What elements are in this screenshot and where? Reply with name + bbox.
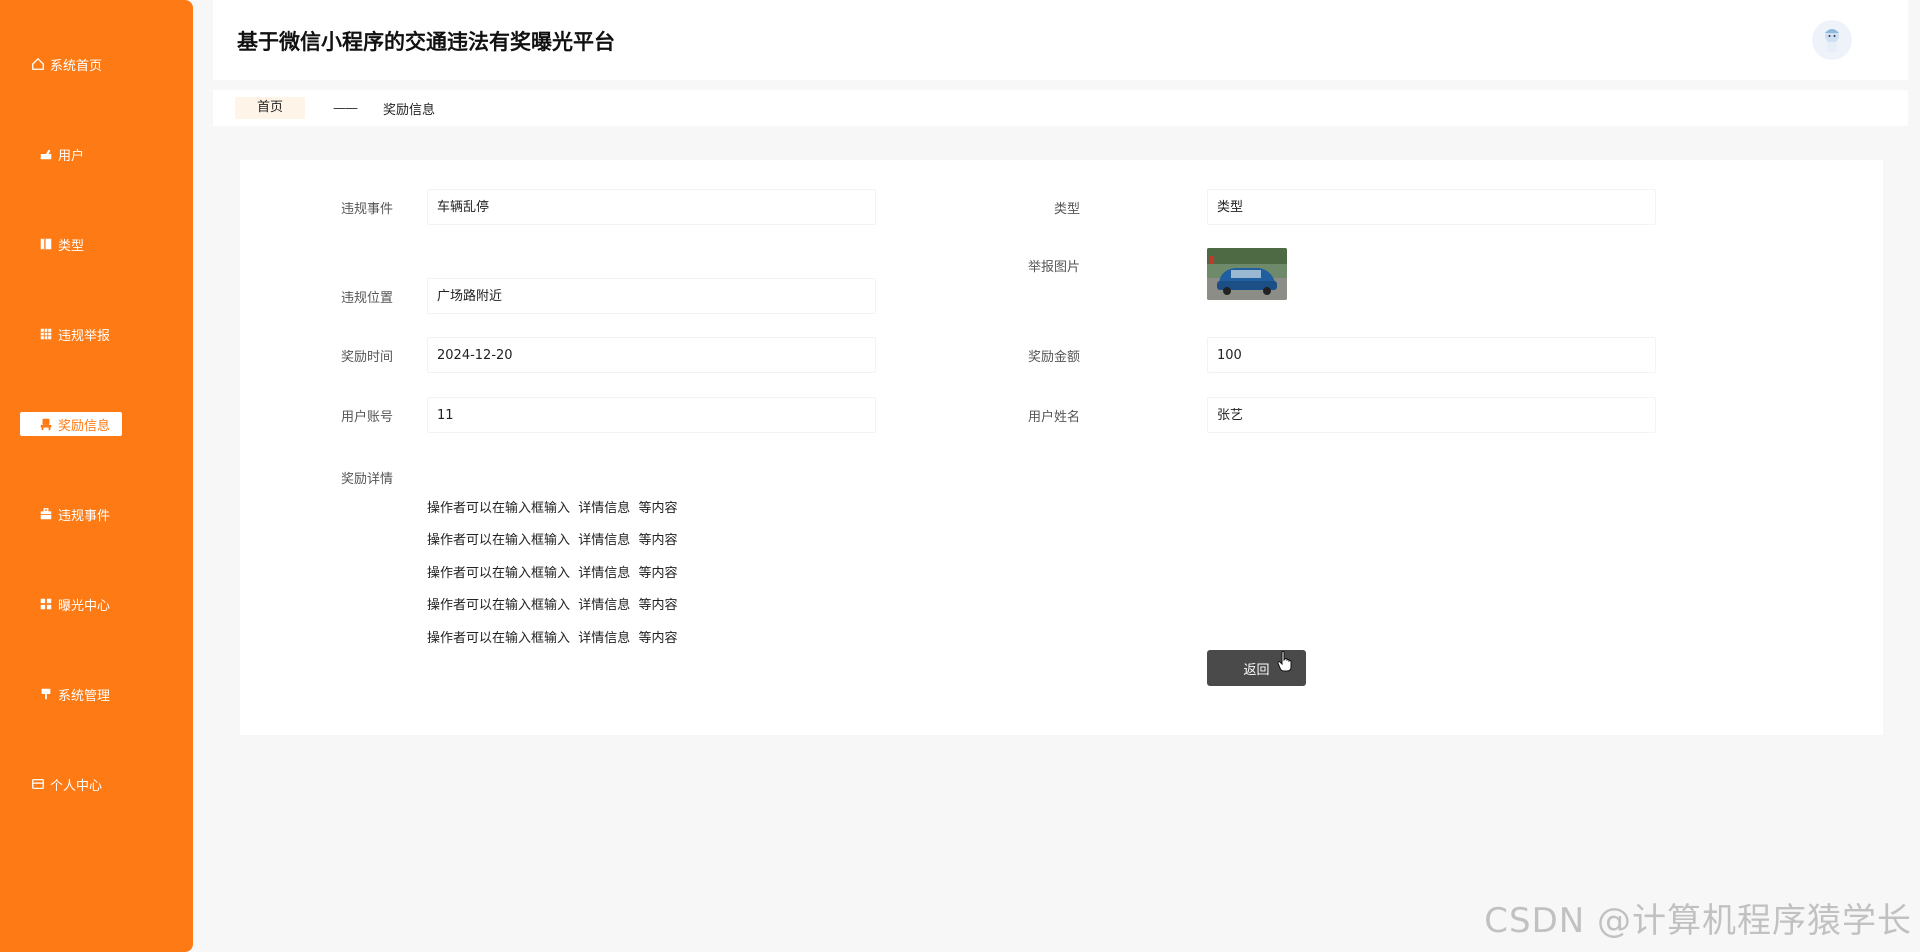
- avatar-icon: [1825, 29, 1839, 52]
- user-account-field: 11: [427, 397, 876, 433]
- car-photo-image: [1207, 248, 1287, 300]
- user-account-label: 用户账号: [340, 410, 393, 425]
- user-icon: [38, 146, 54, 162]
- breadcrumb-current: 奖励信息: [383, 102, 436, 118]
- detail-line: 操作者可以在输入框输入 详情信息 等内容: [427, 533, 678, 548]
- violation-location-label: 违规位置: [340, 291, 393, 306]
- type-label: 类型: [1053, 202, 1080, 217]
- sidebar-item-label: 违规举报: [58, 328, 111, 344]
- briefcase-icon: [38, 506, 54, 522]
- detail-line: 操作者可以在输入框输入 详情信息 等内容: [427, 501, 678, 516]
- user-name-field: 张艺: [1207, 397, 1656, 433]
- type-field: 类型: [1207, 189, 1656, 225]
- violation-event-label: 违规事件: [340, 202, 393, 217]
- sidebar-item-user[interactable]: 用户: [0, 134, 193, 174]
- home-icon: [30, 56, 46, 72]
- reward-amount-label: 奖励金额: [1027, 350, 1080, 365]
- detail-line: 操作者可以在输入框输入 详情信息 等内容: [427, 631, 678, 646]
- reward-detail-label: 奖励详情: [340, 472, 393, 487]
- reward-detail-card: 违规事件 车辆乱停 类型 类型 举报图片 违规位置 广场路附近 奖励时间 202…: [240, 160, 1883, 735]
- breadcrumb: 首页 —— 奖励信息: [213, 90, 1908, 126]
- sidebar: 系统首页 用户 类型 违规举报 奖励信息 违规事件 曝光中心 系统管理 个人中心: [0, 0, 193, 952]
- sidebar-item-system-management[interactable]: 系统管理: [0, 674, 193, 714]
- violation-location-field: 广场路附近: [427, 278, 876, 314]
- card-icon: [30, 776, 46, 792]
- pin-icon: [38, 686, 54, 702]
- breadcrumb-separator: ——: [333, 100, 358, 116]
- avatar[interactable]: [1812, 20, 1852, 60]
- dashboard-icon: [38, 596, 54, 612]
- detail-line: 操作者可以在输入框输入 详情信息 等内容: [427, 598, 678, 613]
- sidebar-item-type[interactable]: 类型: [0, 224, 193, 264]
- chair-icon: [38, 416, 54, 432]
- sidebar-item-personal-center[interactable]: 个人中心: [0, 764, 193, 804]
- sidebar-item-label: 曝光中心: [58, 598, 111, 614]
- reward-time-field: 2024-12-20: [427, 337, 876, 373]
- reward-amount-field: 100: [1207, 337, 1656, 373]
- sidebar-item-exposure-center[interactable]: 曝光中心: [0, 584, 193, 624]
- reward-time-label: 奖励时间: [340, 350, 393, 365]
- top-header: 基于微信小程序的交通违法有奖曝光平台: [213, 0, 1908, 80]
- grid-icon: [38, 326, 54, 342]
- hand-cursor-icon: [1277, 651, 1292, 672]
- sidebar-item-label: 用户: [58, 148, 85, 164]
- sidebar-item-label: 系统管理: [58, 688, 111, 704]
- user-name-label: 用户姓名: [1027, 410, 1080, 425]
- sidebar-item-label: 系统首页: [50, 58, 103, 74]
- breadcrumb-home[interactable]: 首页: [235, 97, 306, 119]
- violation-event-field: 车辆乱停: [427, 189, 876, 225]
- sidebar-item-violation-report[interactable]: 违规举报: [0, 314, 193, 354]
- site-title: 基于微信小程序的交通违法有奖曝光平台: [237, 30, 615, 54]
- sidebar-item-violation-event[interactable]: 违规事件: [0, 494, 193, 534]
- sidebar-item-reward-info[interactable]: 奖励信息: [0, 404, 193, 444]
- sidebar-item-label: 个人中心: [50, 778, 103, 794]
- book-icon: [38, 236, 54, 252]
- sidebar-item-label: 奖励信息: [58, 418, 111, 434]
- watermark: CSDN @计算机程序猿学长: [1484, 901, 1912, 941]
- sidebar-item-home[interactable]: 系统首页: [0, 44, 193, 84]
- report-image-label: 举报图片: [1027, 260, 1080, 275]
- sidebar-item-label: 类型: [58, 238, 85, 254]
- sidebar-item-label: 违规事件: [58, 508, 111, 524]
- detail-line: 操作者可以在输入框输入 详情信息 等内容: [427, 566, 678, 581]
- report-image-thumbnail[interactable]: [1207, 248, 1287, 300]
